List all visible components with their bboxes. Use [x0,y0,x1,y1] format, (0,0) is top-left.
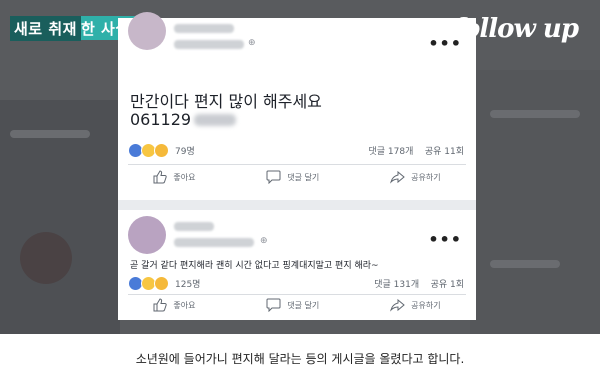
post-card: ⊕ ••• 만간이다 편지 많이 해주세요 061129 79명 댓글 178개… [118,12,476,200]
post-stats[interactable]: 댓글 131개 공유 1회 [374,277,464,290]
share-label: 공유하기 [411,300,441,310]
redacted-text [194,114,236,126]
comment-button[interactable]: 댓글 달기 [266,298,319,312]
more-icon[interactable]: ••• [428,34,462,53]
author-name-blurred [174,24,234,33]
thumbs-up-icon [153,170,168,184]
like-button[interactable]: 좋아요 [153,298,196,312]
background-line [490,260,560,268]
globe-icon: ⊕ [260,236,268,246]
avatar[interactable] [128,12,166,50]
post-time-blurred [174,238,254,247]
like-label: 좋아요 [173,300,196,310]
news-tag: 새로 취재 한 사실 [10,15,136,41]
comment-label: 댓글 달기 [287,300,320,310]
divider [128,164,466,165]
comment-count[interactable]: 댓글 178개 [369,147,414,157]
reaction-summary[interactable]: 79명 [128,143,195,158]
share-icon [390,170,405,184]
caption-text: 소년원에 들어가니 편지해 달라는 등의 게시글을 올렸다고 합니다. [135,352,465,366]
comment-icon [266,170,281,184]
post-stats[interactable]: 댓글 178개 공유 11회 [369,144,465,157]
thumbs-up-icon [153,298,168,312]
news-tag-highlight: 새로 취재 [10,15,81,41]
avatar[interactable] [128,216,166,254]
reaction-count: 79명 [175,147,195,157]
comment-count[interactable]: 댓글 131개 [374,280,419,290]
comment-icon [266,298,281,312]
share-icon [390,298,405,312]
author-name-blurred [174,222,214,231]
post-text: 곧 갈거 같다 편지해라 괜히 시간 없다고 핑계대지말고 편지 해라~ [130,261,379,271]
share-button[interactable]: 공유하기 [390,170,441,184]
like-label: 좋아요 [173,172,196,182]
reaction-summary[interactable]: 125명 [128,276,200,291]
post-card: ⊕ ••• 곧 갈거 같다 편지해라 괜히 시간 없다고 핑계대지말고 편지 해… [118,210,476,320]
background-line [10,130,90,138]
action-bar: 좋아요 댓글 달기 공유하기 [118,298,476,312]
share-count[interactable]: 공유 11회 [425,147,464,157]
share-button[interactable]: 공유하기 [390,298,441,312]
post-code: 061129 [130,110,192,129]
post-time-blurred [174,40,244,49]
sad-reaction-icon [154,276,169,291]
post-text: 만간이다 편지 많이 해주세요 [130,92,322,111]
video-frame: 새로 취재 한 사실 follow up ⊕ ••• 만간이다 편지 많이 해주… [0,0,600,334]
share-label: 공유하기 [411,172,441,182]
action-bar: 좋아요 댓글 달기 공유하기 [118,170,476,184]
share-count[interactable]: 공유 1회 [431,280,464,290]
background-avatar [20,232,72,284]
facebook-feed: ⊕ ••• 만간이다 편지 많이 해주세요 061129 79명 댓글 178개… [118,12,476,320]
reaction-count: 125명 [175,280,201,290]
more-icon[interactable]: ••• [428,230,462,249]
comment-button[interactable]: 댓글 달기 [266,170,319,184]
like-button[interactable]: 좋아요 [153,170,196,184]
divider [128,294,466,295]
comment-label: 댓글 달기 [287,172,320,182]
background-line [490,110,580,118]
sad-reaction-icon [154,143,169,158]
globe-icon: ⊕ [248,38,256,48]
